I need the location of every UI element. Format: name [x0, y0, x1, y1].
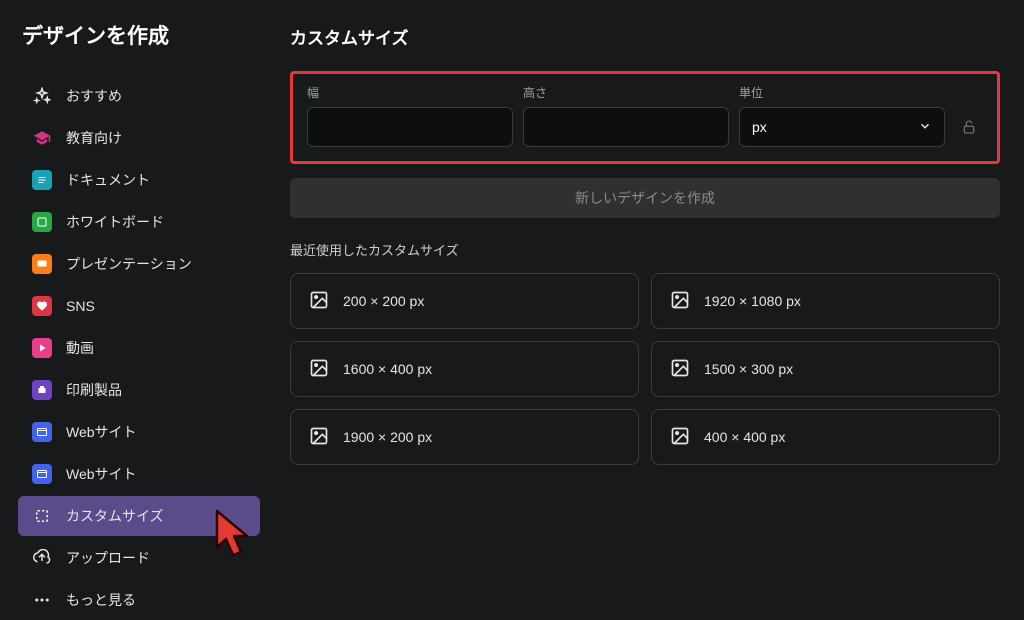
custom-size-icon — [32, 506, 52, 526]
upload-icon — [32, 548, 52, 568]
unit-label: 単位 — [739, 84, 945, 101]
main-content: カスタムサイズ 幅 高さ 単位 px 新しいデザインを作成 最近使用したカスタム… — [270, 0, 1024, 617]
sidebar-item-label: Webサイト — [66, 422, 137, 442]
video-icon — [32, 338, 52, 358]
website-icon — [32, 422, 52, 442]
sidebar-item-label: もっと見る — [66, 590, 136, 610]
sidebar-item-label: Webサイト — [66, 464, 137, 484]
image-icon — [309, 290, 329, 313]
sidebar: デザインを作成 おすすめ 教育向け ドキュメント ホワイトボード プレゼンテーシ… — [0, 0, 270, 617]
height-label: 高さ — [523, 84, 729, 101]
presentation-icon — [32, 254, 52, 274]
recent-sizes-grid: 200 × 200 px 1920 × 1080 px 1600 × 400 p… — [290, 273, 1000, 465]
width-field-group: 幅 — [307, 84, 513, 147]
recent-size-item[interactable]: 1900 × 200 px — [290, 409, 639, 465]
sidebar-item-label: アップロード — [66, 548, 150, 568]
whiteboard-icon — [32, 212, 52, 232]
recent-size-label: 200 × 200 px — [343, 293, 424, 309]
recent-size-item[interactable]: 1600 × 400 px — [290, 341, 639, 397]
sidebar-item-label: SNS — [66, 298, 95, 314]
sidebar-title: デザインを作成 — [18, 20, 260, 50]
recent-size-label: 1920 × 1080 px — [704, 293, 801, 309]
graduation-icon — [32, 128, 52, 148]
sidebar-item-print[interactable]: 印刷製品 — [18, 370, 260, 410]
sidebar-item-recommended[interactable]: おすすめ — [18, 76, 260, 116]
unit-value: px — [752, 119, 767, 135]
recent-size-label: 1600 × 400 px — [343, 361, 432, 377]
sidebar-item-label: プレゼンテーション — [66, 254, 192, 274]
sparkle-icon — [32, 86, 52, 106]
height-input[interactable] — [523, 107, 729, 147]
sidebar-item-label: 動画 — [66, 338, 94, 358]
recent-size-item[interactable]: 1500 × 300 px — [651, 341, 1000, 397]
sidebar-item-custom-size[interactable]: カスタムサイズ — [18, 496, 260, 536]
unit-select[interactable]: px — [739, 107, 945, 147]
sidebar-item-video[interactable]: 動画 — [18, 328, 260, 368]
recent-sizes-label: 最近使用したカスタムサイズ — [290, 240, 1000, 259]
height-field-group: 高さ — [523, 84, 729, 147]
lock-aspect-button[interactable] — [955, 107, 983, 147]
image-icon — [670, 426, 690, 449]
sidebar-item-label: カスタムサイズ — [66, 506, 164, 526]
sidebar-item-presentation[interactable]: プレゼンテーション — [18, 244, 260, 284]
recent-size-label: 1500 × 300 px — [704, 361, 793, 377]
width-label: 幅 — [307, 84, 513, 101]
recent-size-item[interactable]: 1920 × 1080 px — [651, 273, 1000, 329]
recent-size-label: 1900 × 200 px — [343, 429, 432, 445]
create-design-button[interactable]: 新しいデザインを作成 — [290, 178, 1000, 218]
sidebar-item-label: ドキュメント — [66, 170, 150, 190]
dimensions-panel-highlighted: 幅 高さ 単位 px — [290, 71, 1000, 164]
sidebar-item-upload[interactable]: アップロード — [18, 538, 260, 578]
chevron-down-icon — [918, 119, 932, 136]
sns-icon — [32, 296, 52, 316]
sidebar-item-website-2[interactable]: Webサイト — [18, 454, 260, 494]
image-icon — [670, 358, 690, 381]
width-input[interactable] — [307, 107, 513, 147]
sidebar-item-sns[interactable]: SNS — [18, 286, 260, 326]
recent-size-item[interactable]: 400 × 400 px — [651, 409, 1000, 465]
image-icon — [670, 290, 690, 313]
more-icon — [32, 590, 52, 610]
sidebar-item-document[interactable]: ドキュメント — [18, 160, 260, 200]
recent-size-item[interactable]: 200 × 200 px — [290, 273, 639, 329]
sidebar-item-whiteboard[interactable]: ホワイトボード — [18, 202, 260, 242]
sidebar-item-label: おすすめ — [66, 86, 122, 106]
unit-field-group: 単位 px — [739, 84, 945, 147]
page-title: カスタムサイズ — [290, 24, 1000, 49]
print-icon — [32, 380, 52, 400]
image-icon — [309, 358, 329, 381]
recent-size-label: 400 × 400 px — [704, 429, 785, 445]
image-icon — [309, 426, 329, 449]
sidebar-item-more[interactable]: もっと見る — [18, 580, 260, 620]
document-icon — [32, 170, 52, 190]
sidebar-item-label: ホワイトボード — [66, 212, 164, 232]
website-icon — [32, 464, 52, 484]
sidebar-item-education[interactable]: 教育向け — [18, 118, 260, 158]
sidebar-item-label: 印刷製品 — [66, 380, 122, 400]
sidebar-item-website[interactable]: Webサイト — [18, 412, 260, 452]
sidebar-item-label: 教育向け — [66, 128, 122, 148]
